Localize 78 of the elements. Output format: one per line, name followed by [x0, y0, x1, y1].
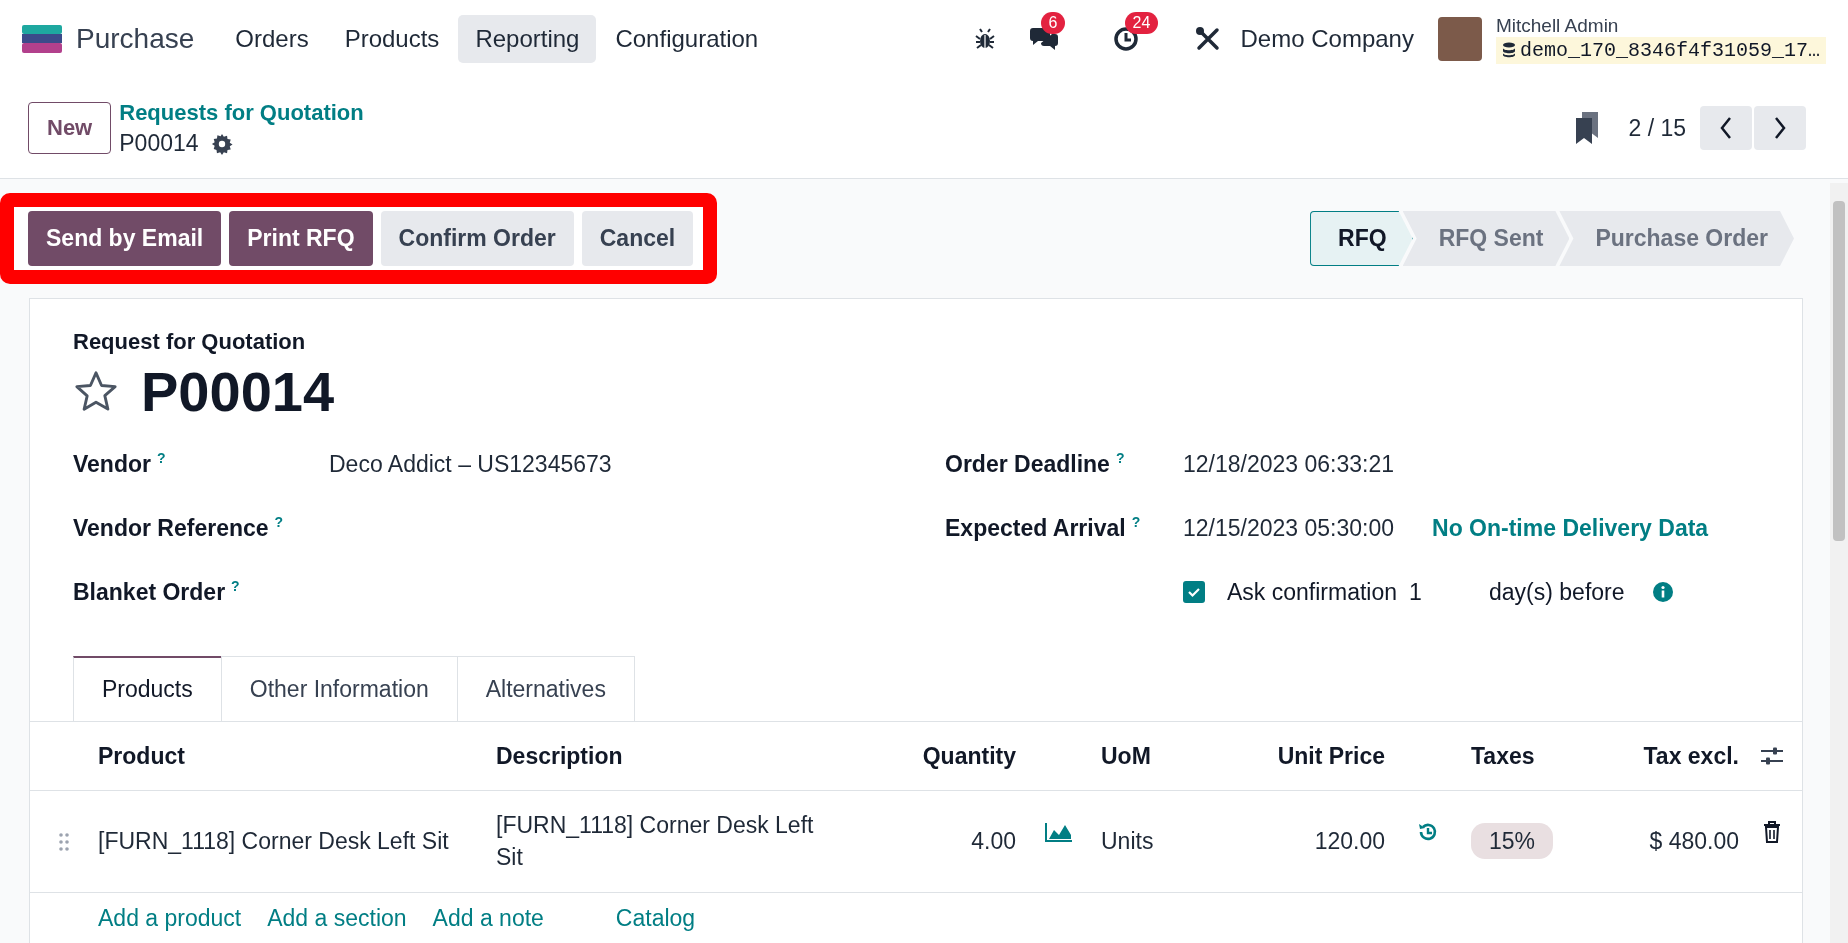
- tax-tag[interactable]: 15%: [1471, 823, 1554, 859]
- status-stage[interactable]: Purchase Order: [1559, 211, 1794, 266]
- field-value[interactable]: 12/15/2023 05:30:00: [1183, 514, 1395, 542]
- next-button[interactable]: [1754, 106, 1806, 150]
- form-subtitle: Request for Quotation: [73, 329, 307, 355]
- days-field[interactable]: 1: [1409, 578, 1489, 606]
- info-icon[interactable]: [1652, 582, 1673, 602]
- chevron-left-icon: [1719, 116, 1733, 140]
- action-button[interactable]: Print RFQ: [229, 211, 373, 266]
- pager-value: 2 / 15: [1628, 114, 1686, 142]
- new-button[interactable]: New: [28, 102, 112, 154]
- field-value[interactable]: Deco Addict – US12345673: [329, 450, 612, 478]
- scrollbar[interactable]: [1830, 183, 1848, 943]
- column-header[interactable]: Unit Price: [1231, 742, 1385, 770]
- table-cell-text: $ 480.00: [1648, 828, 1739, 855]
- database-name: demo_170_8346f4f31059_17…: [1519, 38, 1820, 62]
- user-avatar[interactable]: [1437, 17, 1482, 61]
- field-label: Vendor Reference: [73, 514, 269, 541]
- column-header[interactable]: UoM: [1101, 742, 1231, 770]
- notification-badge: 6: [1040, 12, 1066, 34]
- drag-handle-icon[interactable]: [59, 832, 69, 851]
- table-cell-text: 120.00: [1313, 828, 1385, 855]
- action-button[interactable]: Confirm Order: [380, 211, 574, 266]
- menu-item[interactable]: Reporting: [458, 15, 597, 63]
- menu-item[interactable]: Orders: [218, 15, 326, 63]
- help-mark[interactable]: ?: [1115, 450, 1125, 467]
- menu-item[interactable]: Configuration: [598, 15, 776, 63]
- help-mark[interactable]: ?: [156, 450, 166, 467]
- status-stage[interactable]: RFQ: [1310, 211, 1413, 266]
- record-name: P00014: [119, 130, 199, 157]
- field-label: Expected Arrival: [945, 514, 1126, 541]
- chevron-right-icon: [1773, 116, 1787, 140]
- add-line-link[interactable]: Add a section: [267, 905, 407, 932]
- trash-icon[interactable]: [1762, 820, 1781, 843]
- user-name[interactable]: Mitchell Admin: [1495, 14, 1826, 37]
- table-cell-text: 4.00: [970, 828, 1016, 855]
- table-cell-text: Units: [1101, 828, 1155, 855]
- column-header[interactable]: Quantity: [856, 742, 1016, 770]
- tab[interactable]: Alternatives: [456, 656, 635, 721]
- breadcrumb-link[interactable]: Requests for Quotation: [119, 100, 364, 125]
- sliders-icon[interactable]: [1759, 746, 1784, 766]
- days-suffix: day(s) before: [1489, 578, 1625, 606]
- action-button[interactable]: Send by Email: [28, 211, 222, 266]
- column-header[interactable]: Tax excl.: [1601, 742, 1739, 770]
- field-label: Vendor: [73, 450, 151, 477]
- clock-icon[interactable]: [1112, 26, 1139, 52]
- status-stage[interactable]: RFQ Sent: [1402, 211, 1570, 266]
- help-mark[interactable]: ?: [274, 514, 284, 531]
- table-cell-text: [FURN_1118] Corner Desk Left Sit: [496, 811, 815, 872]
- settings-icon[interactable]: [210, 132, 233, 155]
- area-chart-icon[interactable]: [1044, 821, 1073, 842]
- table-cell-text: [FURN_1118] Corner Desk Left Sit: [98, 828, 450, 855]
- previous-button[interactable]: [1700, 106, 1752, 150]
- checkbox[interactable]: [1183, 581, 1205, 603]
- tab[interactable]: Products: [73, 656, 222, 721]
- menu-item[interactable]: Products: [327, 15, 457, 63]
- help-mark[interactable]: ?: [231, 578, 240, 595]
- app-name[interactable]: Purchase: [76, 23, 195, 55]
- column-header[interactable]: Description: [496, 742, 856, 770]
- company-name[interactable]: Demo Company: [1240, 25, 1414, 53]
- add-line-link[interactable]: Add a note: [432, 905, 544, 932]
- checkbox-label: Ask confirmation: [1227, 578, 1397, 606]
- action-button[interactable]: Cancel: [581, 211, 694, 266]
- field-label: Order Deadline: [945, 450, 1110, 477]
- field-value[interactable]: 12/18/2023 06:33:21: [1183, 450, 1395, 478]
- app-logo-icon[interactable]: [22, 25, 62, 53]
- add-line-link[interactable]: Add a product: [98, 905, 242, 932]
- tools-icon[interactable]: [1194, 26, 1221, 52]
- add-line-link[interactable]: Catalog: [615, 905, 696, 932]
- delivery-link[interactable]: No On-time Delivery Data: [1432, 514, 1709, 542]
- database-icon: [1501, 42, 1516, 58]
- record-title: P00014: [141, 359, 335, 424]
- field-label: Blanket Order: [73, 578, 226, 605]
- bookmark-icon[interactable]: [1574, 112, 1601, 144]
- notification-badge: 24: [1124, 12, 1159, 34]
- help-mark[interactable]: ?: [1131, 514, 1141, 531]
- column-header[interactable]: Product: [98, 742, 496, 770]
- column-header[interactable]: Taxes: [1471, 742, 1601, 770]
